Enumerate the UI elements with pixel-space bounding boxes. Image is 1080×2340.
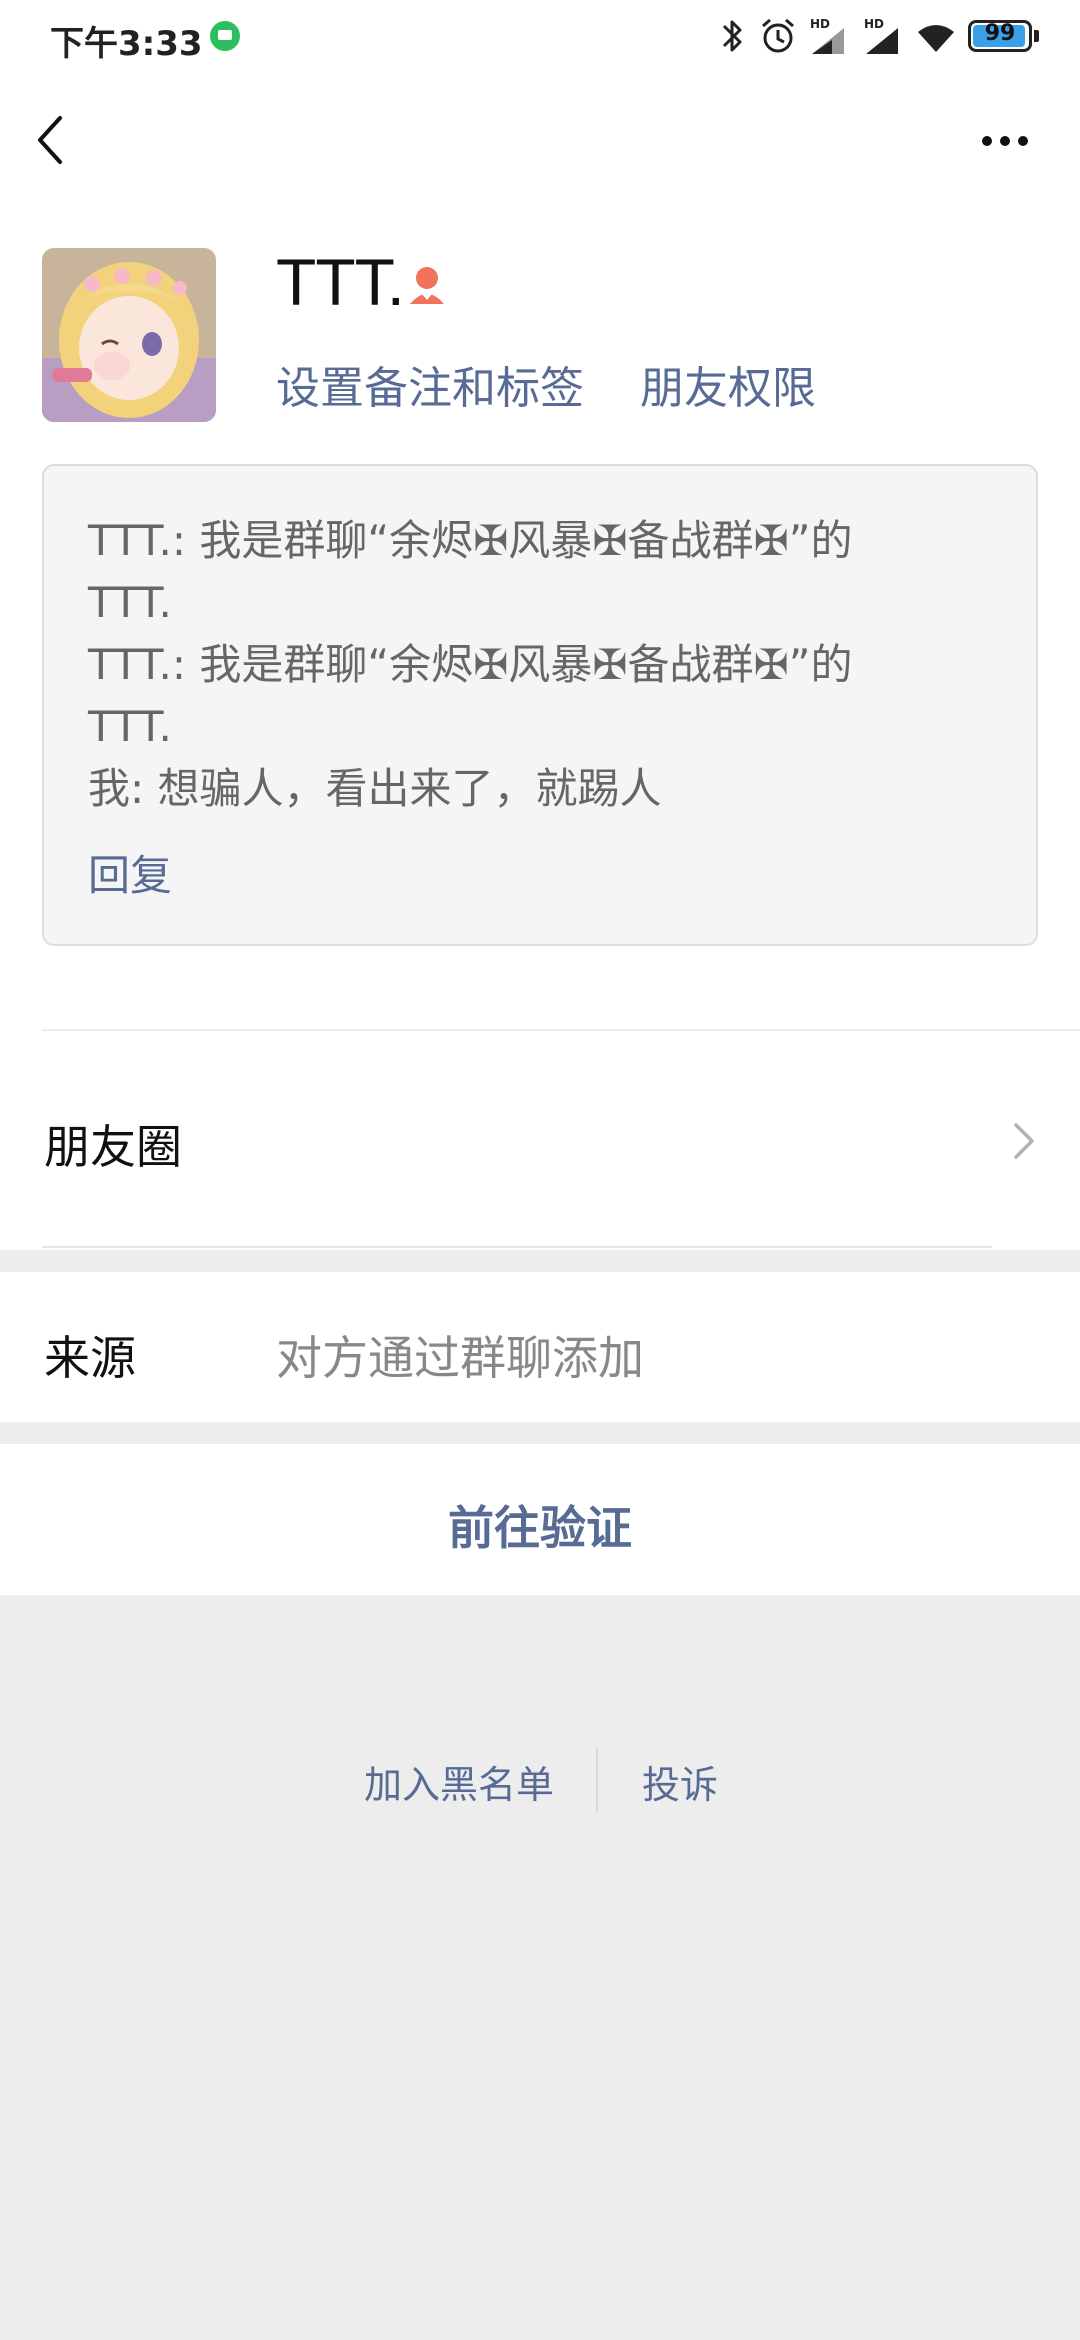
- signal-hd-icon: HD: [810, 17, 844, 54]
- message-line: 我: 想骗人，看出来了，就踢人: [88, 764, 662, 813]
- reply-link[interactable]: 回复: [88, 842, 172, 903]
- bluetooth-icon: [722, 20, 742, 52]
- chevron-left-icon: [38, 116, 62, 164]
- source-row: 来源 对方通过群聊添加: [0, 1272, 1080, 1422]
- source-value: 对方通过群聊添加: [276, 1331, 644, 1385]
- more-button[interactable]: [970, 120, 1040, 160]
- verify-button[interactable]: 前往验证: [0, 1492, 1080, 1558]
- profile-name: TTT.: [276, 245, 405, 319]
- hd-label: HD: [864, 17, 884, 31]
- female-icon: [410, 267, 444, 304]
- signal-hd-icon: HD: [864, 17, 898, 54]
- message-list: TTT.: 我是群聊“余烬✠风暴✠备战群✠”的 TTT. TTT.: 我是群聊“…: [88, 510, 1008, 820]
- section-gap: [0, 1422, 1080, 1444]
- message-icon: [210, 21, 240, 51]
- battery-icon: 99: [968, 20, 1032, 52]
- moments-row[interactable]: 朋友圈: [0, 1031, 1080, 1249]
- message-line: TTT.: [88, 702, 172, 751]
- verification-message-box: TTT.: 我是群聊“余烬✠风暴✠备战群✠”的 TTT. TTT.: 我是群聊“…: [42, 464, 1038, 946]
- moments-label: 朋友圈: [44, 1120, 182, 1174]
- divider: [596, 1748, 598, 1812]
- message-line: TTT.: [88, 578, 172, 627]
- more-dots-icon: [982, 136, 992, 146]
- message-line: TTT.: 我是群聊“余烬✠风暴✠备战群✠”的: [88, 516, 853, 565]
- report-link[interactable]: 投诉: [642, 1754, 718, 1809]
- more-dots-icon: [1000, 136, 1010, 146]
- set-remark-link[interactable]: 设置备注和标签: [276, 352, 584, 416]
- status-bar: 下午3:33 HD HD 99: [0, 0, 1080, 72]
- battery-level: 99: [984, 21, 1016, 46]
- divider: [42, 1246, 992, 1248]
- more-dots-icon: [1018, 136, 1028, 146]
- alarm-icon: [762, 18, 794, 53]
- bottom-links: 加入黑名单 投诉: [0, 1748, 1080, 1818]
- message-line: TTT.: 我是群聊“余烬✠风暴✠备战群✠”的: [88, 640, 853, 689]
- avatar[interactable]: [42, 248, 216, 422]
- avatar-image: [42, 248, 216, 422]
- verify-row[interactable]: 前往验证: [0, 1444, 1080, 1594]
- back-button[interactable]: [30, 110, 80, 170]
- wifi-icon: [918, 25, 954, 52]
- chevron-right-icon: [1014, 1123, 1034, 1159]
- status-time: 下午3:33: [50, 24, 203, 64]
- friend-permissions-link[interactable]: 朋友权限: [640, 352, 816, 416]
- source-label: 来源: [44, 1331, 136, 1385]
- add-to-blacklist-link[interactable]: 加入黑名单: [364, 1754, 554, 1809]
- battery-tip: [1034, 30, 1039, 42]
- hd-label: HD: [810, 17, 830, 31]
- section-gap: [0, 1250, 1080, 1272]
